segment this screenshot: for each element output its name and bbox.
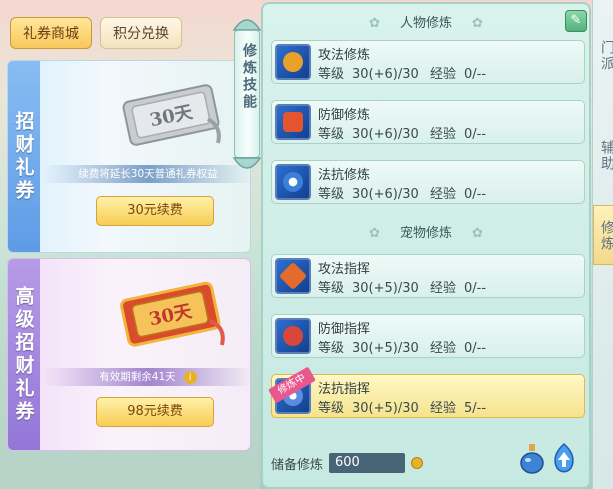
skill-row-pet-attack[interactable]: 攻法指挥 等级 30(+5)/30 经验 0/-- [271,254,585,298]
exp-label: 经验 [430,281,457,296]
cultivation-panel: 人物修炼 ✎ 攻法修炼 等级 30(+6)/30 经验 0/-- 防御修炼 等级 30(… [261,2,591,489]
level-value: 30(+6)/30 [352,127,419,142]
card-info-text: 续费将延长30天普通礼券权益 [44,165,250,183]
level-label: 等级 [318,187,345,202]
card-side-label: 高级招财礼券 [8,259,40,450]
tab-coupon-shop[interactable]: 礼券商城 [10,17,92,49]
exp-label: 经验 [430,67,457,82]
section-title-person: 人物修炼 [263,12,589,31]
coupon-ticket-gold-icon: 30天 [120,281,225,347]
skill-stats: 等级 30(+5)/30 经验 0/-- [318,277,486,296]
edit-icon[interactable]: ✎ [565,10,587,32]
level-label: 等级 [318,67,345,82]
card-side-label: 招财礼券 [8,61,40,252]
skill-stats: 等级 30(+6)/30 经验 0/-- [318,183,486,202]
info-icon[interactable]: i [183,370,197,384]
skill-row-resist[interactable]: 法抗修炼 等级 30(+6)/30 经验 0/-- [271,160,585,204]
renew-98-button[interactable]: 98元续费 [96,397,214,427]
skill-stats: 等级 30(+6)/30 经验 0/-- [318,123,486,142]
skill-name: 防御指挥 [318,322,371,337]
shop-tabs: 礼券商城 积分兑换 [10,17,182,49]
exp-value: 5/-- [464,401,487,416]
scroll-body: 修炼技能 [234,30,260,158]
skill-stats: 等级 30(+5)/30 经验 0/-- [318,337,486,356]
pet-attack-icon [275,258,311,294]
side-tab-sect[interactable]: 门派 [597,40,613,72]
reserve-value: 600 [329,453,406,473]
card-title: 招财礼券 [12,110,35,203]
scroll-label: 修炼技能 [241,43,257,111]
level-value: 30(+6)/30 [352,187,419,202]
tab-points-exchange[interactable]: 积分兑换 [100,17,182,49]
level-value: 30(+5)/30 [352,401,419,416]
scroll-bottom-ornament [232,157,262,169]
coin-icon[interactable] [411,457,424,469]
skill-name: 攻法指挥 [318,262,371,277]
level-label: 等级 [318,281,345,296]
skill-row-pet-resist[interactable]: 修炼中 法抗指挥 等级 30(+5)/30 经验 5/-- [268,366,585,418]
reserve-label: 储备修炼 [271,457,324,473]
section-pet-label: 宠物修炼 [399,226,452,241]
cultivation-skill-tab[interactable]: 修炼技能 [232,2,262,172]
exp-value: 0/-- [464,67,487,82]
level-label: 等级 [318,401,345,416]
coupon-ticket-silver-icon: 30天 [122,84,221,146]
exp-label: 经验 [430,341,457,356]
exp-label: 经验 [430,187,457,202]
exp-value: 0/-- [464,127,487,142]
side-tab-strip: 门派 辅助 修炼 [592,0,613,489]
renew-30-button[interactable]: 30元续费 [96,196,214,226]
skill-row-defense[interactable]: 防御修炼 等级 30(+6)/30 经验 0/-- [271,100,585,144]
section-title-pet: 宠物修炼 [263,222,589,241]
skill-name: 攻法修炼 [318,48,371,63]
card-info-text: 有效期剩余41天 i [44,368,250,386]
level-value: 30(+5)/30 [352,281,419,296]
skill-row-pet-defense[interactable]: 防御指挥 等级 30(+5)/30 经验 0/-- [271,314,585,358]
level-value: 30(+5)/30 [352,341,419,356]
potion-icon[interactable] [519,442,545,474]
side-tab-assist[interactable]: 辅助 [597,140,613,172]
skill-row-attack[interactable]: 攻法修炼 等级 30(+6)/30 经验 0/-- [271,40,585,84]
skill-stats: 等级 30(+6)/30 经验 0/-- [318,63,486,82]
side-tab-cultivation[interactable]: 修炼 [597,220,613,252]
exp-value: 0/-- [464,187,487,202]
coupon-card-premium: 高级招财礼券 30天 有效期剩余41天 i 98元续费 [7,258,251,451]
validity-text: 有效期剩余41天 [99,371,176,383]
exp-label: 经验 [430,127,457,142]
exp-value: 0/-- [464,281,487,296]
shop-panel: 礼券商城 积分兑换 招财礼券 30天 续费将延长30天普通礼券权益 30元续费 … [0,0,258,489]
skill-stats: 等级 30(+5)/30 经验 5/-- [318,397,486,416]
exp-value: 0/-- [464,341,487,356]
level-value: 30(+6)/30 [352,67,419,82]
defense-icon [275,104,311,140]
card-title: 高级招财礼券 [12,285,35,424]
level-label: 等级 [318,341,345,356]
section-person-label: 人物修炼 [399,16,452,31]
skill-name: 防御修炼 [318,108,371,123]
exp-label: 经验 [430,401,457,416]
upgrade-arrow-icon[interactable] [551,442,577,474]
coupon-card-basic: 招财礼券 30天 续费将延长30天普通礼券权益 30元续费 [7,60,251,253]
pet-defense-icon [275,318,311,354]
attack-icon [275,44,311,80]
skill-name: 法抗指挥 [318,382,371,397]
level-label: 等级 [318,127,345,142]
resist-icon [275,164,311,200]
reserve-cultivation: 储备修炼 600 [271,451,424,475]
skill-name: 法抗修炼 [318,168,371,183]
